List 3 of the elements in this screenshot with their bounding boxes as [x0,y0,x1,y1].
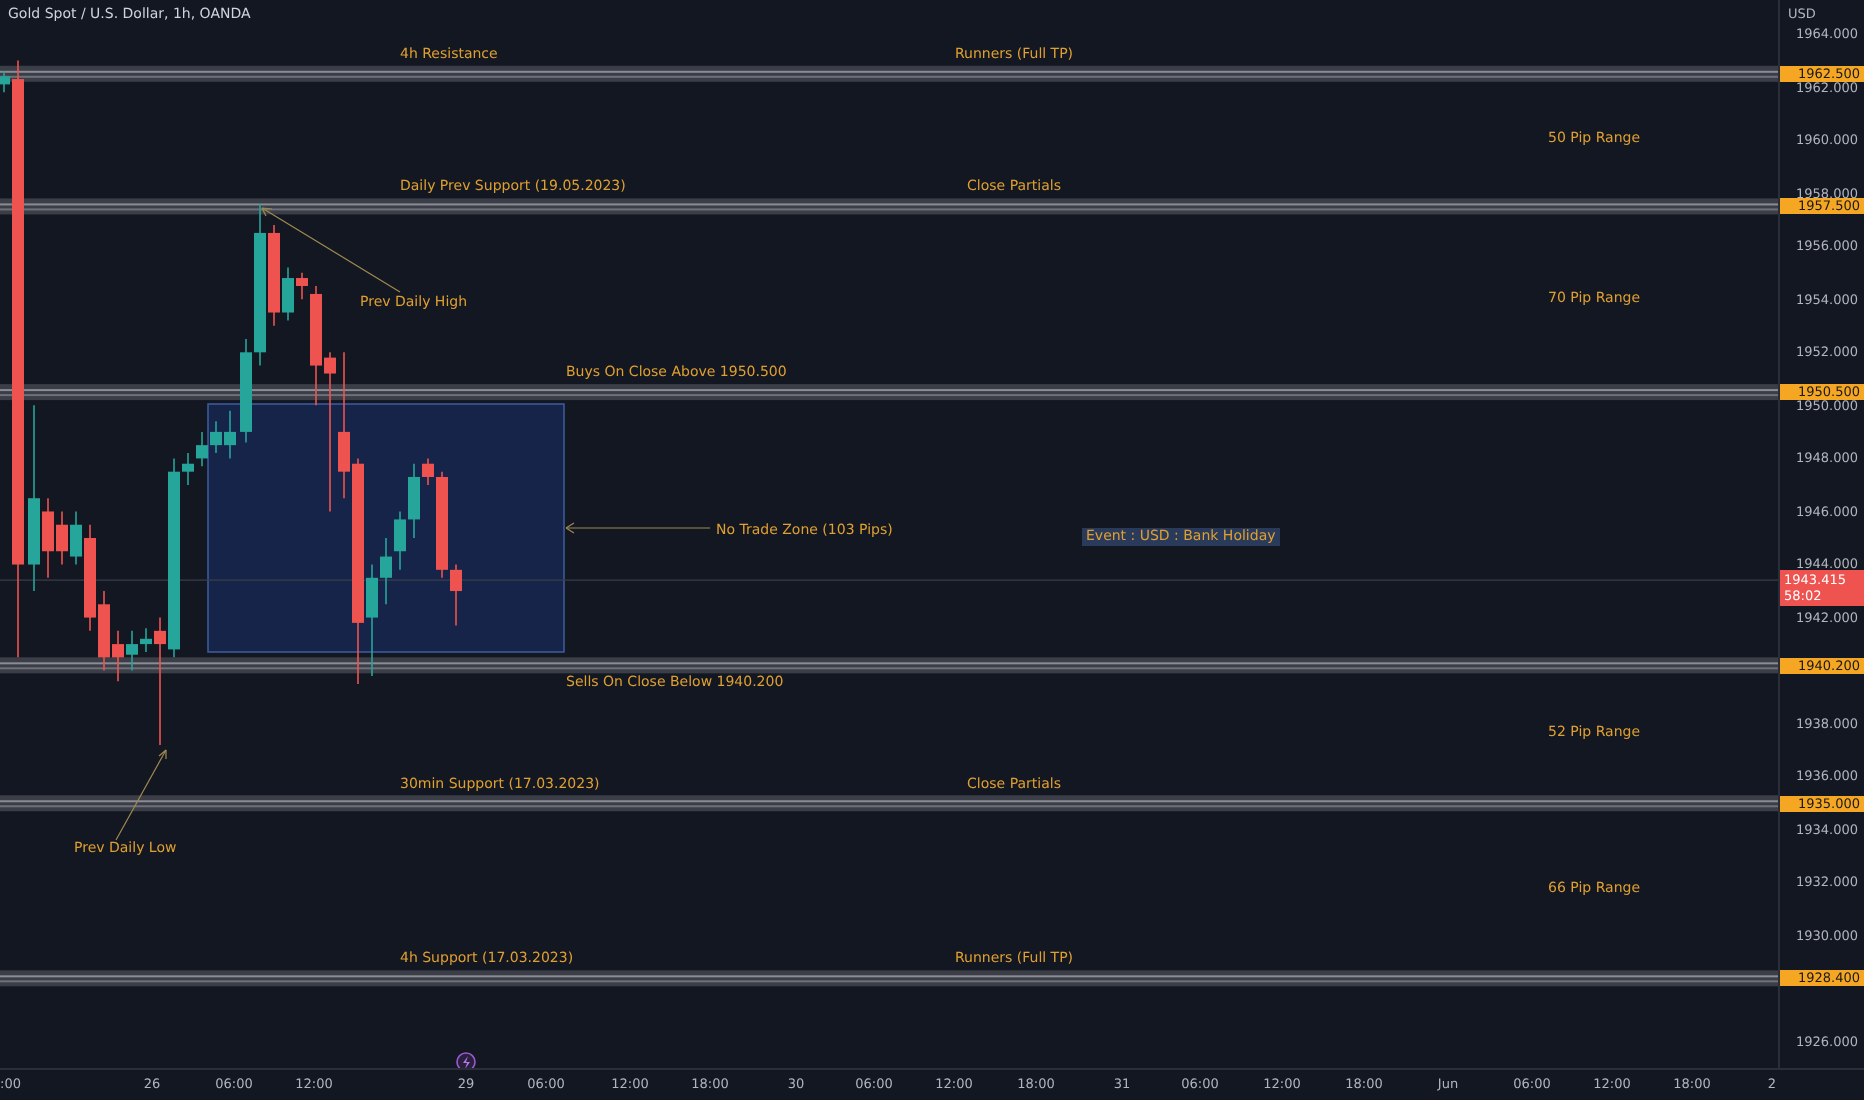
arrow-line [261,207,401,293]
lightning-icon[interactable] [456,1052,476,1068]
arrow-line [115,749,167,841]
